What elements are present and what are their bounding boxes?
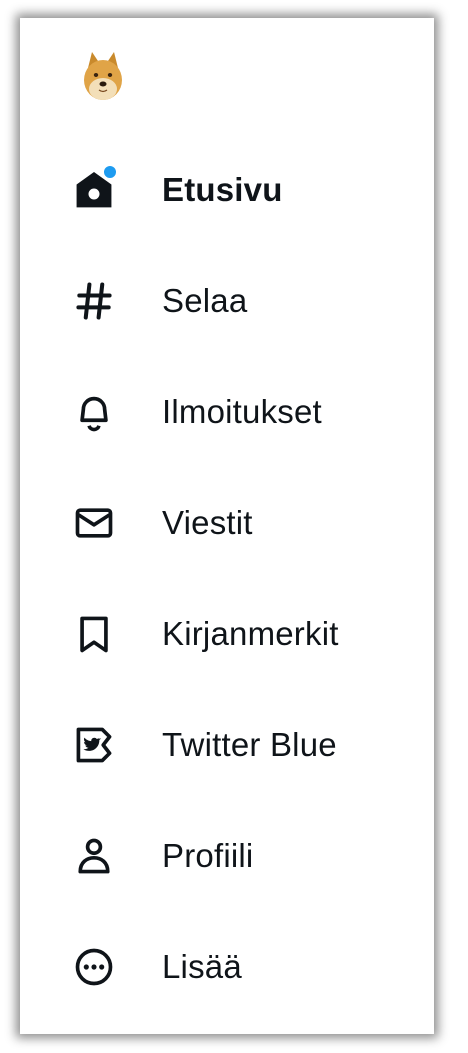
nav-item-messages[interactable]: Viestit [70,491,400,555]
nav-label-messages: Viestit [162,504,253,541]
nav-item-explore[interactable]: Selaa [70,269,400,333]
nav-label-explore: Selaa [162,282,248,319]
nav-label-bookmarks: Kirjanmerkit [162,615,339,652]
nav-label-more: Lisää [162,948,242,985]
bell-icon [70,388,118,436]
twitter-blue-icon [70,721,118,769]
nav-label-profile: Profiili [162,837,254,874]
person-icon [70,832,118,880]
more-circle-icon [70,943,118,991]
bookmark-icon [70,610,118,658]
nav-item-notifications[interactable]: Ilmoitukset [70,380,400,444]
nav-label-home: Etusivu [162,171,283,208]
nav-label-notifications: Ilmoitukset [162,393,322,430]
nav-item-home[interactable]: Etusivu [70,158,400,222]
hashtag-icon [70,277,118,325]
nav-item-profile[interactable]: Profiili [70,824,400,888]
nav-item-more[interactable]: Lisää [70,935,400,999]
nav-item-twitter-blue[interactable]: Twitter Blue [70,713,400,777]
nav-item-bookmarks[interactable]: Kirjanmerkit [70,602,400,666]
notification-dot [102,164,118,180]
nav-label-twitter-blue: Twitter Blue [162,726,337,763]
envelope-icon [70,499,118,547]
doge-logo-icon[interactable] [80,48,126,104]
sidebar-panel: Etusivu Selaa Ilmoitukset Viestit Kirjan… [20,18,434,1034]
home-icon [70,164,118,214]
